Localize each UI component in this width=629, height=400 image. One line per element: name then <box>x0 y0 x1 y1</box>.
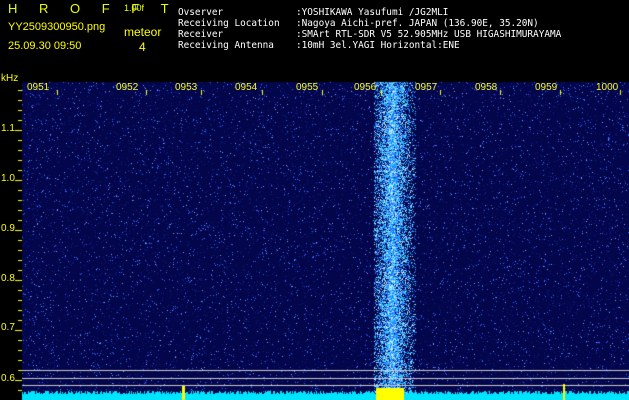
time-tick-label: 0953 <box>175 82 198 93</box>
time-tick-label: 0954 <box>235 82 258 93</box>
waterfall-spectrogram <box>0 0 629 400</box>
freq-tick-label: 0.6 <box>1 373 15 384</box>
info-value: :Nagoya Aichi-pref. JAPAN (136.90E, 35.2… <box>296 18 539 29</box>
freq-tick-label: 0.8 <box>1 273 15 284</box>
info-label: Receiving Location <box>178 18 280 29</box>
capture-timestamp: 25.09.30 09:50 <box>8 40 82 52</box>
time-tick-label: 0958 <box>475 82 498 93</box>
info-row-location: Receiving Location :Nagoya Aichi-pref. JA… <box>178 18 539 29</box>
y-axis-unit: kHz <box>1 73 19 84</box>
hrofft-window: H R O F F T 1.00f YY2509300950.png 25.09… <box>0 0 629 400</box>
info-label: Ovserver <box>178 7 224 18</box>
freq-tick-label: 1.0 <box>1 173 15 184</box>
app-version: 1.00f <box>124 3 145 13</box>
time-tick-label: 0951 <box>27 82 50 93</box>
info-label: Receiving Antenna <box>178 40 274 51</box>
freq-tick-label: 1.1 <box>1 123 15 134</box>
time-tick-label: 0956 <box>354 82 377 93</box>
info-value: :10mH 3el.YAGI Horizontal:ENE <box>296 40 460 51</box>
info-row-observer: Ovserver :YOSHIKAWA Yasufumi /JG2MLI <box>178 7 448 18</box>
time-tick-label: 0959 <box>535 82 558 93</box>
time-tick-label: 0952 <box>116 82 139 93</box>
app-brand: H R O F F T <box>8 1 178 16</box>
time-tick-label: 1000 <box>596 82 619 93</box>
info-label: Receiver <box>178 29 224 40</box>
freq-tick-label: 0.9 <box>1 223 15 234</box>
time-tick-label: 0957 <box>415 82 438 93</box>
detection-count: 4 <box>139 40 146 54</box>
detection-mode-label: meteor <box>124 25 162 39</box>
time-tick-label: 0955 <box>296 82 319 93</box>
info-value: :YOSHIKAWA Yasufumi /JG2MLI <box>296 7 449 18</box>
freq-tick-label: 0.7 <box>1 322 15 333</box>
info-value: :SMArt RTL-SDR V5 52.905MHz USB HIGASHIM… <box>296 29 562 40</box>
info-row-receiver: Receiver :SMArt RTL-SDR V5 52.905MHz USB … <box>178 29 561 40</box>
info-row-antenna: Receiving Antenna :10mH 3el.YAGI Horizont… <box>178 40 460 51</box>
image-filename: YY2509300950.png <box>8 21 106 33</box>
